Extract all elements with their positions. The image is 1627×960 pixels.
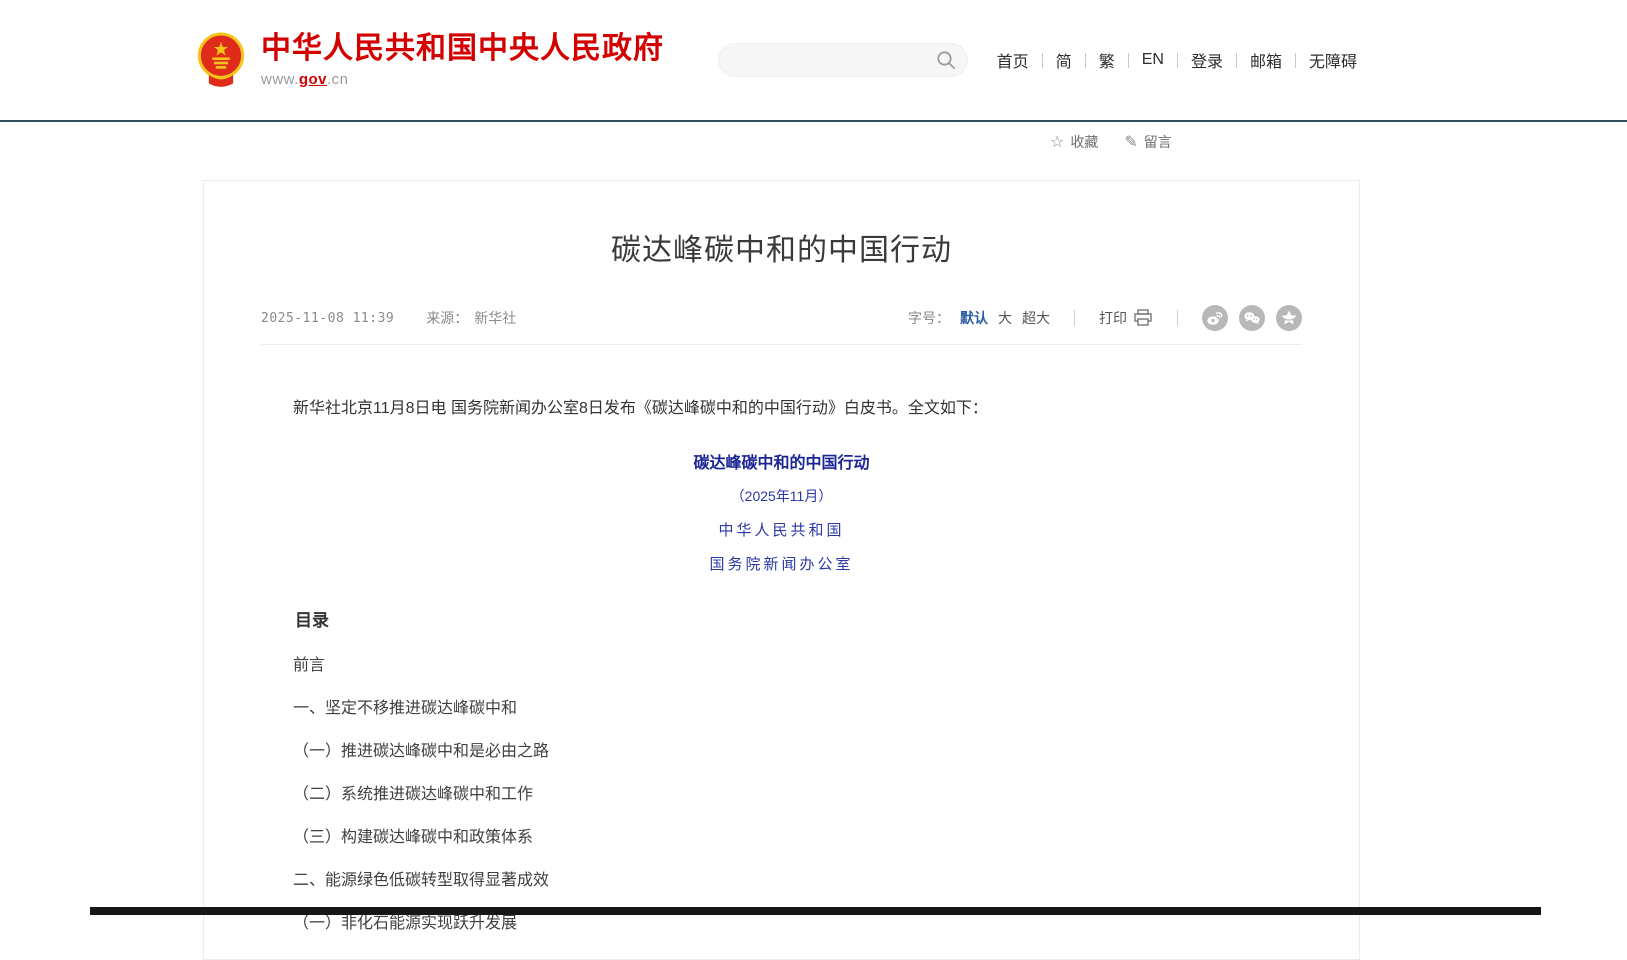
nav-mail[interactable]: 邮箱 — [1237, 48, 1295, 72]
favorite-label: 收藏 — [1070, 132, 1098, 152]
top-nav: 首页 简 繁 EN 登录 邮箱 无障碍 — [984, 48, 1370, 72]
nav-home[interactable]: 首页 — [984, 48, 1042, 72]
site-identity: 中华人民共和国中央人民政府 www.gov.cn — [261, 32, 664, 88]
message-button[interactable]: ✎ 留言 — [1124, 132, 1171, 152]
meta-right: 字号： 默认 大 超大 打印 — [908, 305, 1302, 331]
favorite-button[interactable]: ☆ 收藏 — [1050, 132, 1098, 152]
toc-item-2-1: （一）非化石能源实现跃升发展 — [261, 916, 1302, 932]
document-title: 碳达峰碳中和的中国行动 — [261, 449, 1302, 473]
meta-separator — [1177, 310, 1178, 326]
message-label: 留言 — [1144, 132, 1172, 152]
national-emblem-icon — [195, 31, 247, 89]
site-logo[interactable]: 中华人民共和国中央人民政府 www.gov.cn — [195, 31, 664, 89]
meta-separator — [1074, 310, 1075, 326]
document-heading-block: 碳达峰碳中和的中国行动 （2025年11月） 中华人民共和国 国务院新闻办公室 — [261, 449, 1302, 574]
site-url[interactable]: www.gov.cn — [261, 71, 664, 88]
toc-heading: 目录 — [261, 606, 1302, 631]
print-button[interactable]: 打印 — [1099, 308, 1153, 328]
article-title: 碳达峰碳中和的中国行动 — [261, 225, 1302, 269]
toc-item-preface: 前言 — [261, 658, 1302, 674]
toc-item-1: 一、坚定不移推进碳达峰碳中和 — [261, 701, 1302, 717]
wechat-share-icon[interactable] — [1239, 305, 1265, 331]
site-title: 中华人民共和国中央人民政府 — [261, 32, 664, 67]
url-prefix: www. — [261, 71, 299, 88]
lead-paragraph: 新华社北京11月8日电 国务院新闻办公室8日发布《碳达峰碳中和的中国行动》白皮书… — [261, 395, 1302, 423]
fontsize-label: 字号： — [908, 308, 950, 328]
search-box[interactable] — [718, 43, 968, 77]
nav-login[interactable]: 登录 — [1178, 48, 1236, 72]
fontsize-large[interactable]: 大 — [998, 308, 1012, 328]
qzone-share-icon[interactable] — [1276, 305, 1302, 331]
source-value[interactable]: 新华社 — [474, 308, 516, 328]
url-suffix: .cn — [327, 71, 349, 88]
search-icon[interactable] — [935, 49, 957, 71]
fontsize-default[interactable]: 默认 — [960, 308, 988, 328]
document-org-line2: 国务院新闻办公室 — [261, 553, 1302, 574]
nav-simplified[interactable]: 简 — [1043, 48, 1085, 72]
toc-item-1-3: （三）构建碳达峰碳中和政策体系 — [261, 830, 1302, 846]
meta-left: 2025-11-08 11:39 来源： 新华社 — [261, 308, 516, 328]
document-date: （2025年11月） — [261, 486, 1302, 506]
star-icon: ☆ — [1050, 132, 1064, 152]
document-org-line1: 中华人民共和国 — [261, 519, 1302, 540]
nav-english[interactable]: EN — [1129, 51, 1177, 69]
site-header: 中华人民共和国中央人民政府 www.gov.cn 首页 简 繁 EN 登录 邮箱… — [0, 0, 1627, 120]
article-card: 碳达峰碳中和的中国行动 2025-11-08 11:39 来源： 新华社 字号：… — [203, 180, 1360, 960]
header-divider — [0, 120, 1627, 122]
url-domain: gov — [299, 71, 327, 88]
publish-date: 2025-11-08 11:39 — [261, 311, 394, 326]
page-tools: ☆ 收藏 ✎ 留言 — [1050, 132, 1172, 152]
share-icons — [1202, 305, 1302, 331]
toc-item-1-2: （二）系统推进碳达峰碳中和工作 — [261, 787, 1302, 803]
article-meta: 2025-11-08 11:39 来源： 新华社 字号： 默认 大 超大 打印 — [261, 305, 1302, 345]
printer-icon — [1133, 309, 1153, 327]
source-label: 来源： — [426, 308, 468, 328]
nav-traditional[interactable]: 繁 — [1086, 48, 1128, 72]
toc-item-2: 二、能源绿色低碳转型取得显著成效 — [261, 873, 1302, 889]
toc-item-1-1: （一）推进碳达峰碳中和是必由之路 — [261, 744, 1302, 760]
bottom-edge-bar — [90, 907, 1541, 915]
nav-accessibility[interactable]: 无障碍 — [1296, 48, 1370, 72]
pencil-icon: ✎ — [1124, 132, 1137, 152]
weibo-share-icon[interactable] — [1202, 305, 1228, 331]
search-input[interactable] — [729, 52, 935, 68]
header-right: 首页 简 繁 EN 登录 邮箱 无障碍 — [718, 43, 1370, 77]
fontsize-xlarge[interactable]: 超大 — [1022, 308, 1050, 328]
print-label: 打印 — [1099, 308, 1127, 328]
